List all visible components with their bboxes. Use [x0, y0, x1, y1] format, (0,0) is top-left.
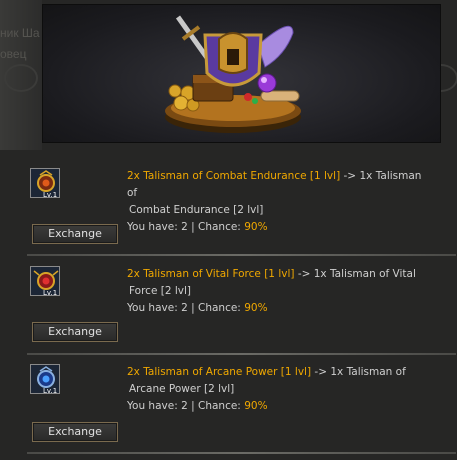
- arrow: ->: [297, 268, 311, 280]
- talisman-arcane-power-icon[interactable]: Lv.1: [30, 364, 60, 395]
- chance-value: 90%: [244, 302, 268, 314]
- exchange-description: 2x Talisman of Vital Force [1 lvl] -> 1x…: [127, 266, 427, 317]
- output-name-continued: Arcane Power [2 lvl]: [129, 383, 235, 395]
- helmet-shield-treasure-icon: [165, 15, 301, 133]
- exchange-banner: [42, 4, 441, 143]
- exchange-description: 2x Talisman of Arcane Power [1 lvl] -> 1…: [127, 364, 427, 415]
- output-qty: 1x: [313, 268, 327, 280]
- input-name: Talisman of Vital Force [1 lvl]: [143, 268, 295, 280]
- arrow: ->: [343, 170, 357, 182]
- you-have-label: You have:: [127, 221, 178, 233]
- talisman-combat-endurance-icon[interactable]: Lv.1: [30, 168, 60, 199]
- input-qty: 2x: [127, 170, 140, 182]
- input-name: Talisman of Arcane Power [1 lvl]: [143, 366, 312, 378]
- chance-label: | Chance:: [191, 400, 241, 412]
- background-text: овец: [0, 47, 27, 61]
- background-emblem-icon: [4, 64, 38, 92]
- talisman-vital-force-icon[interactable]: Lv.1: [30, 266, 60, 297]
- input-qty: 2x: [127, 268, 140, 280]
- level-badge: Lv.1: [43, 387, 57, 395]
- output-qty: 1x: [330, 366, 344, 378]
- level-badge: Lv.1: [43, 289, 57, 297]
- input-qty: 2x: [127, 366, 140, 378]
- output-name-continued: Force [2 lvl]: [129, 285, 192, 297]
- exchange-button[interactable]: Exchange: [32, 422, 118, 442]
- you-have-value: 2: [181, 302, 188, 314]
- divider: [27, 452, 456, 454]
- divider: [27, 353, 456, 355]
- you-have-label: You have:: [127, 400, 178, 412]
- you-have-value: 2: [181, 221, 188, 233]
- chance-label: | Chance:: [191, 302, 241, 314]
- output-name: Talisman of: [346, 366, 406, 378]
- background-text: ник Ша: [0, 26, 40, 40]
- chance-value: 90%: [244, 221, 268, 233]
- output-name: Talisman of Vital: [330, 268, 416, 280]
- chance-value: 90%: [244, 400, 268, 412]
- level-badge: Lv.1: [43, 191, 57, 199]
- you-have-label: You have:: [127, 302, 178, 314]
- input-name: Talisman of Combat Endurance [1 lvl]: [143, 170, 341, 182]
- chance-label: | Chance:: [191, 221, 241, 233]
- divider: [27, 254, 456, 256]
- output-name-continued: Combat Endurance [2 lvl]: [129, 204, 264, 216]
- you-have-value: 2: [181, 400, 188, 412]
- exchange-button[interactable]: Exchange: [32, 322, 118, 342]
- exchange-description: 2x Talisman of Combat Endurance [1 lvl] …: [127, 168, 427, 236]
- arrow: ->: [314, 366, 327, 378]
- output-qty: 1x: [359, 170, 373, 182]
- exchange-button[interactable]: Exchange: [32, 224, 118, 244]
